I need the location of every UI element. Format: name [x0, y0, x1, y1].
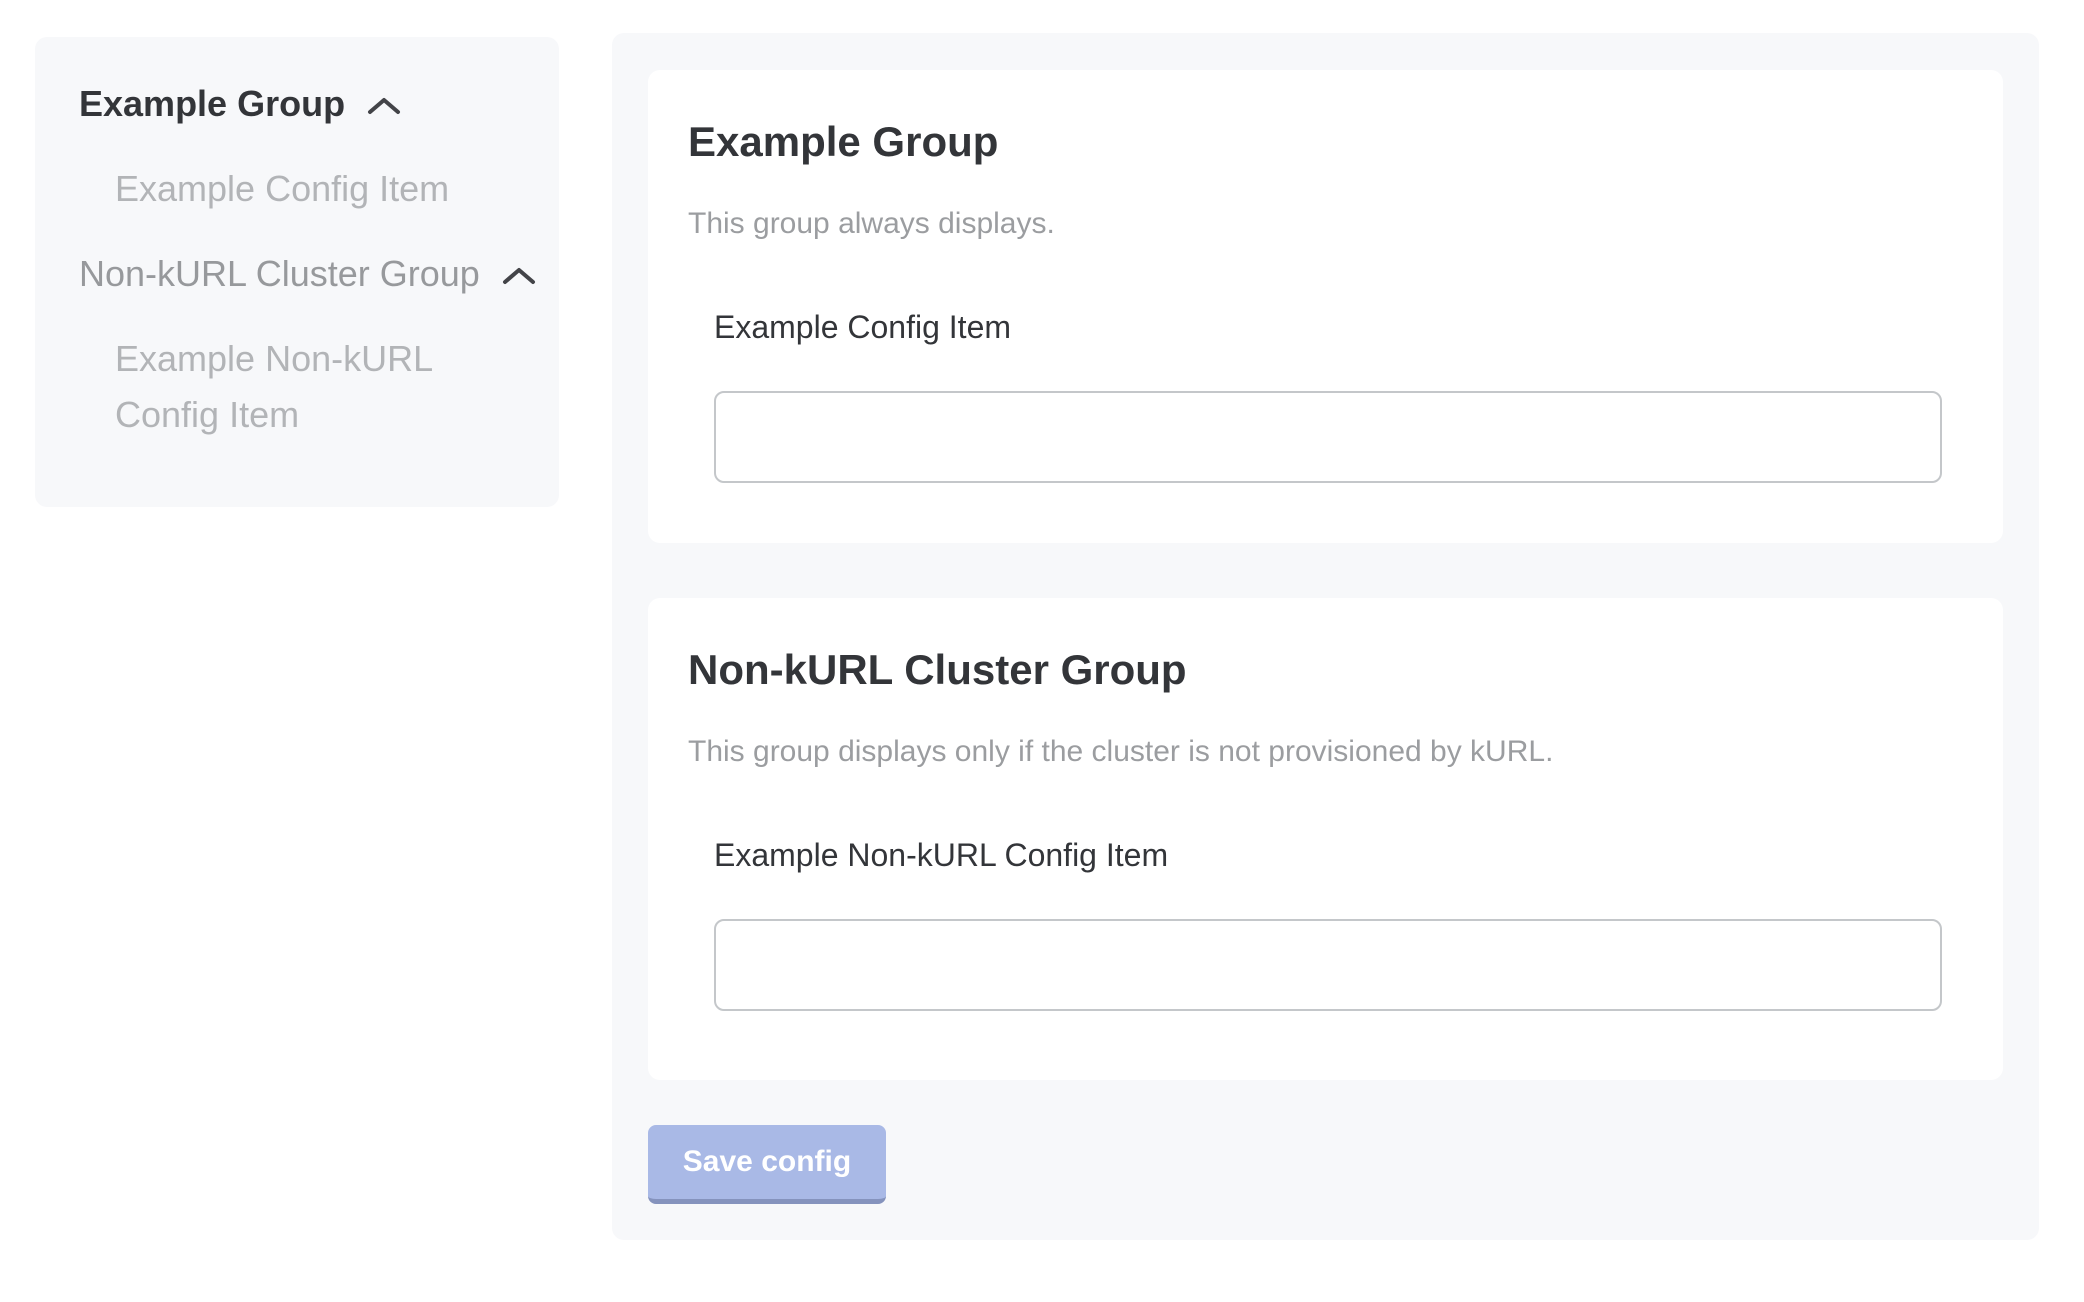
config-page: Example Group Example Config Item Non-kU…	[0, 0, 2084, 1302]
config-group-card-non-kurl-cluster-group: Non-kURL Cluster Group This group displa…	[648, 598, 2003, 1080]
config-nav-sidebar: Example Group Example Config Item Non-kU…	[35, 37, 559, 507]
sidebar-group-label: Example Group	[79, 77, 345, 131]
sidebar-group-example-group[interactable]: Example Group	[79, 77, 515, 131]
sidebar-group-label: Non-kURL Cluster Group	[79, 247, 480, 301]
config-item-input-example[interactable]	[714, 391, 1942, 483]
chevron-up-icon[interactable]	[502, 267, 536, 285]
group-title: Non-kURL Cluster Group	[688, 598, 1963, 694]
config-item-label: Example Non-kURL Config Item	[714, 836, 1963, 874]
config-main-panel: Example Group This group always displays…	[612, 33, 2039, 1240]
sidebar-item-example-non-kurl-config-item[interactable]: Example Non-kURL Config Item	[115, 331, 495, 443]
config-item-label: Example Config Item	[714, 308, 1963, 346]
group-title: Example Group	[688, 70, 1963, 166]
config-group-card-example-group: Example Group This group always displays…	[648, 70, 2003, 543]
config-item-input-non-kurl[interactable]	[714, 919, 1942, 1011]
group-description: This group always displays.	[688, 206, 1963, 242]
save-config-button[interactable]: Save config	[648, 1125, 886, 1204]
chevron-up-icon[interactable]	[367, 97, 401, 115]
sidebar-item-example-config-item[interactable]: Example Config Item	[115, 161, 495, 217]
group-description: This group displays only if the cluster …	[688, 734, 1963, 770]
sidebar-group-non-kurl-cluster-group[interactable]: Non-kURL Cluster Group	[79, 247, 515, 301]
